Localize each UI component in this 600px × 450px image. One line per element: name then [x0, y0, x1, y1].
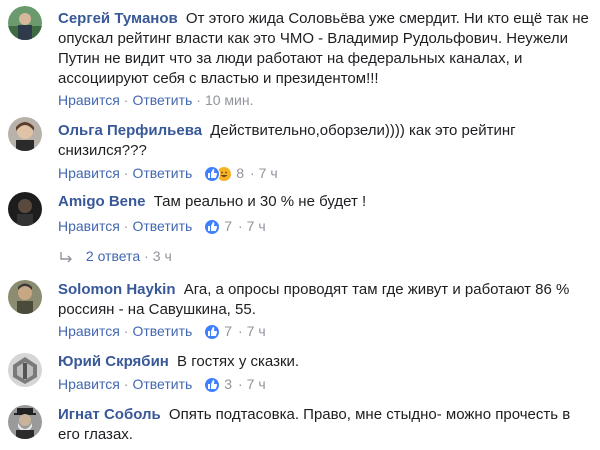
comment-body: Юрий Скрябин В гостях у сказки.	[58, 352, 592, 372]
comment-timestamp[interactable]: 7 ч	[247, 218, 266, 234]
avatar[interactable]	[8, 405, 42, 439]
view-replies-link[interactable]: 2 ответа · 3 ч	[58, 246, 172, 266]
avatar[interactable]	[8, 353, 42, 387]
comment-timestamp[interactable]: 10 мин.	[205, 92, 254, 108]
separator-dot	[196, 165, 200, 181]
separator-dot: ·	[123, 92, 129, 108]
comment-actions: Нравится · Ответить 3 · 7 ч	[58, 374, 266, 394]
like-button[interactable]: Нравится	[58, 92, 120, 108]
comment-actions: Нравится · Ответить · 10 мин.	[58, 90, 254, 110]
comment-author[interactable]: Юрий Скрябин	[58, 353, 169, 370]
separator-dot: ·	[237, 323, 243, 339]
avatar[interactable]	[8, 6, 42, 40]
comment-timestamp[interactable]: 7 ч	[259, 165, 278, 181]
reply-button[interactable]: Ответить	[132, 92, 192, 108]
comment-author[interactable]: Сергей Туманов	[58, 10, 178, 27]
comment-text: Там реально и 30 % не будет !	[153, 193, 367, 210]
reaction-count[interactable]: 3	[224, 376, 232, 392]
replies-count-label[interactable]: 2 ответа	[86, 248, 140, 264]
reactions[interactable]	[204, 166, 233, 183]
user-photo-icon	[8, 280, 42, 314]
like-button[interactable]: Нравится	[58, 376, 120, 392]
user-photo-icon	[8, 6, 42, 40]
avatar[interactable]	[8, 192, 42, 226]
comment-body: Amigo Bene Там реально и 30 % не будет !	[58, 192, 592, 212]
reactions[interactable]	[204, 219, 221, 236]
reactions[interactable]	[204, 377, 221, 394]
comment-body: Игнат Соболь Опять подтасовка. Право, мн…	[58, 405, 592, 445]
separator-dot	[196, 218, 200, 234]
avatar[interactable]	[8, 117, 42, 151]
reply-arrow-icon	[60, 252, 72, 263]
user-photo-icon	[8, 353, 42, 387]
separator-dot: ·	[237, 218, 243, 234]
like-reaction-icon	[204, 166, 221, 183]
like-button[interactable]: Нравится	[58, 323, 120, 339]
comment-author[interactable]: Игнат Соболь	[58, 406, 161, 423]
separator-dot: ·	[123, 165, 129, 181]
replies-timestamp: 3 ч	[152, 248, 172, 264]
like-button[interactable]: Нравится	[58, 218, 120, 234]
separator-dot: ·	[123, 323, 129, 339]
comment-author[interactable]: Solomon Haykin	[58, 281, 176, 298]
separator-dot	[196, 376, 200, 392]
like-reaction-icon	[204, 219, 221, 236]
reaction-count[interactable]: 7	[224, 218, 232, 234]
comment-actions: Нравится · Ответить 8 · 7 ч	[58, 163, 278, 183]
like-reaction-icon	[204, 324, 221, 341]
like-button[interactable]: Нравится	[58, 165, 120, 181]
user-photo-icon	[8, 405, 42, 439]
separator-dot: ·	[123, 376, 129, 392]
comment-timestamp[interactable]: 7 ч	[247, 376, 266, 392]
separator-dot	[196, 323, 200, 339]
reply-button[interactable]: Ответить	[132, 376, 192, 392]
comment-body: Сергей Туманов От этого жида Соловьёва у…	[58, 9, 592, 89]
separator-dot: ·	[249, 165, 255, 181]
reaction-count[interactable]: 7	[224, 323, 232, 339]
comment-body: Solomon Haykin Ага, а опросы проводят та…	[58, 280, 592, 320]
comment-text: В гостях у сказки.	[177, 353, 300, 370]
reply-button[interactable]: Ответить	[132, 165, 192, 181]
user-photo-icon	[8, 192, 42, 226]
reply-button[interactable]: Ответить	[132, 218, 192, 234]
user-photo-icon	[8, 117, 42, 151]
separator-dot: ·	[237, 376, 243, 392]
like-reaction-icon	[204, 377, 221, 394]
reply-button[interactable]: Ответить	[132, 323, 192, 339]
separator-dot: ·	[123, 218, 129, 234]
reactions[interactable]	[204, 324, 221, 341]
comment-body: Ольга Перфильева Действительно,оборзели)…	[58, 121, 592, 161]
separator-dot: ·	[196, 92, 201, 108]
comment-timestamp[interactable]: 7 ч	[247, 323, 266, 339]
comment-actions: Нравится · Ответить 7 · 7 ч	[58, 216, 266, 236]
comment-actions: Нравится · Ответить 7 · 7 ч	[58, 321, 266, 341]
avatar[interactable]	[8, 280, 42, 314]
reaction-count[interactable]: 8	[236, 165, 244, 181]
comment-author[interactable]: Ольга Перфильева	[58, 122, 202, 139]
comment-author[interactable]: Amigo Bene	[58, 193, 146, 210]
separator-dot: ·	[144, 248, 149, 264]
